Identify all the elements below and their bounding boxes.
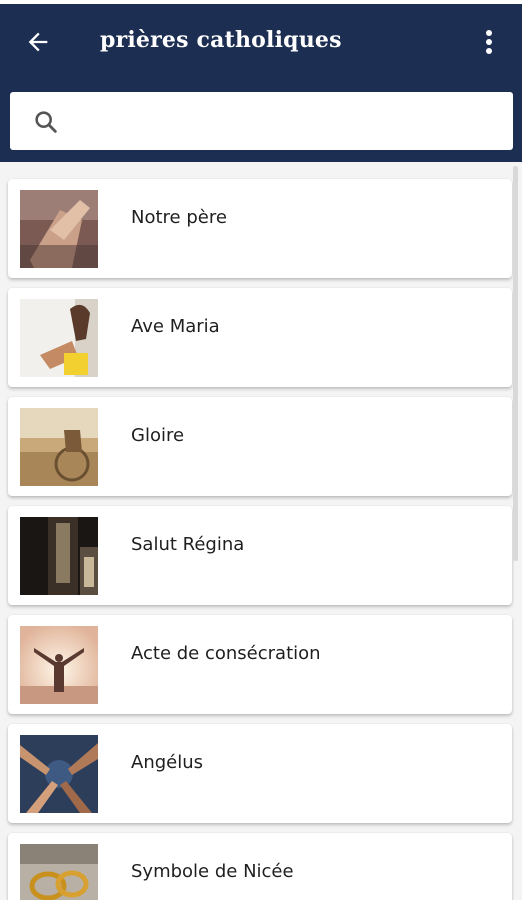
search-bar[interactable]: [10, 92, 513, 150]
list-item[interactable]: Notre père: [8, 179, 512, 278]
search-icon: [32, 108, 60, 136]
scrollbar[interactable]: [513, 166, 518, 561]
arrow-left-icon: [24, 28, 52, 60]
list-item-label: Notre père: [131, 207, 227, 228]
church-interior-image: [20, 517, 98, 595]
list-item-label: Gloire: [131, 425, 185, 446]
list-item-label: Acte de consécration: [131, 643, 321, 664]
list-item[interactable]: Symbole de Nicée: [8, 833, 512, 900]
list-item[interactable]: Angélus: [8, 724, 512, 823]
more-vert-icon: [485, 29, 493, 59]
list-item[interactable]: Salut Régina: [8, 506, 512, 605]
back-button[interactable]: [18, 24, 58, 64]
list-item-label: Ave Maria: [131, 316, 220, 337]
praying-hands-image: [20, 190, 98, 268]
status-bar: [0, 0, 522, 4]
wedding-rings-image: [20, 844, 98, 900]
list-item-label: Symbole de Nicée: [131, 861, 294, 882]
kneeling-prayer-image: [20, 299, 98, 377]
group-hands-image: [20, 735, 98, 813]
prayer-list: Notre père Ave Maria Gloire Salut Régina…: [0, 162, 522, 900]
search-input[interactable]: [74, 102, 494, 140]
wheelchair-field-image: [20, 408, 98, 486]
list-item[interactable]: Gloire: [8, 397, 512, 496]
list-item[interactable]: Acte de consécration: [8, 615, 512, 714]
list-item-label: Angélus: [131, 752, 204, 773]
list-item[interactable]: Ave Maria: [8, 288, 512, 387]
list-item-label: Salut Régina: [131, 534, 245, 555]
app-bar: prières catholiques: [0, 0, 522, 162]
page-title: prières catholiques: [100, 27, 342, 53]
open-arms-sunset-image: [20, 626, 98, 704]
overflow-menu-button[interactable]: [474, 24, 504, 64]
